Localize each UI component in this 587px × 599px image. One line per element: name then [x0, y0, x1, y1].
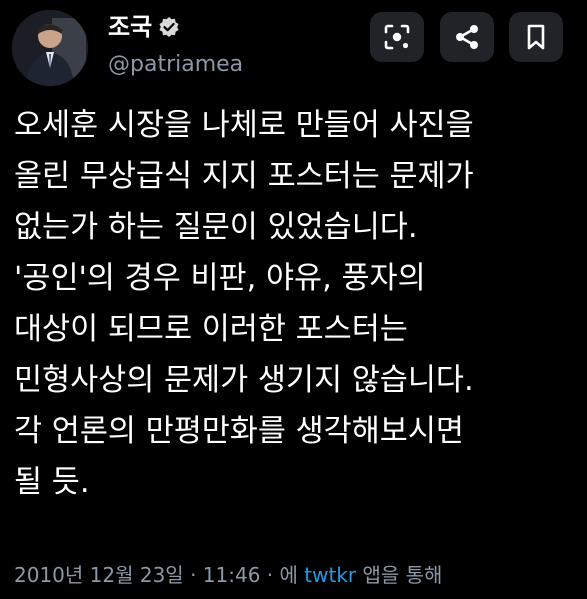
- tweet-text: 오세훈 시장을 나체로 만들어 사진을 올린 무상급식 지지 포스터는 문제가 …: [14, 100, 579, 508]
- handle[interactable]: @patriamea: [108, 48, 243, 82]
- avatar[interactable]: [12, 10, 88, 86]
- avatar-photo: [12, 10, 88, 86]
- tweet-header: 조국 @patriamea: [108, 10, 243, 82]
- meta-separator: ·: [260, 563, 280, 587]
- share-icon: [456, 25, 478, 49]
- display-name[interactable]: 조국: [108, 10, 152, 44]
- bookmark-button[interactable]: [509, 12, 563, 62]
- tweet-line: 각 언론의 만평만화를 생각해보시면: [14, 414, 464, 449]
- tweet-date[interactable]: 2010년 12월 23일: [14, 563, 184, 587]
- verified-badge-icon: [159, 17, 179, 37]
- lens-button[interactable]: [370, 12, 424, 62]
- via-prefix: 에: [279, 563, 305, 587]
- lens-icon: [384, 24, 410, 50]
- display-name-row: 조국: [108, 10, 243, 44]
- tweet-line: 될 듯.: [14, 465, 90, 500]
- tweet-line: 대상이 되므로 이러한 포스터는: [14, 312, 408, 347]
- tweet-line: 올린 무상급식 지지 포스터는 문제가: [14, 159, 474, 194]
- tweet-line: 없는가 하는 질문이 있었습니다.: [14, 210, 418, 245]
- meta-separator: ·: [183, 563, 203, 587]
- tweet-screen: 조국 @patriamea 오세훈 시장을 나체로 만들어 사진을 올린 무상급…: [0, 0, 587, 599]
- tweet-meta: 2010년 12월 23일 · 11:46 · 에 twtkr 앱을 통해: [14, 560, 442, 590]
- tweet-line: 민형사상의 문제가 생기지 않습니다.: [14, 363, 474, 398]
- tweet-line: '공인'의 경우 비판, 야유, 풍자의: [14, 261, 426, 296]
- share-button[interactable]: [440, 12, 494, 62]
- tweet-time[interactable]: 11:46: [203, 563, 261, 587]
- bookmark-icon: [527, 24, 545, 50]
- via-suffix: 앱을 통해: [356, 563, 443, 587]
- source-app-link[interactable]: twtkr: [304, 563, 356, 587]
- tweet-line: 오세훈 시장을 나체로 만들어 사진을: [14, 108, 474, 143]
